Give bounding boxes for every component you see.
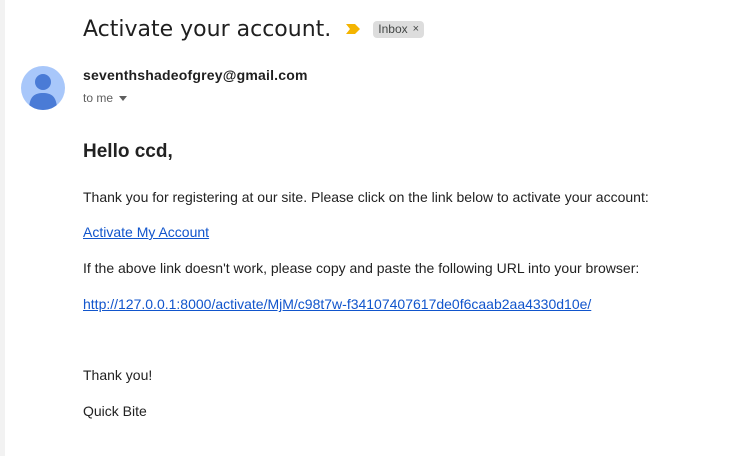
signature-text: Quick Bite xyxy=(83,403,147,419)
person-avatar-icon xyxy=(29,74,57,110)
email-greeting: Hello ccd, xyxy=(83,141,173,162)
fallback-text: If the above link doesn't work, please c… xyxy=(83,260,640,276)
remove-label-button[interactable]: × xyxy=(413,23,419,35)
importance-marker-icon[interactable] xyxy=(345,22,361,36)
intro-text: Thank you for registering at our site. P… xyxy=(83,189,649,205)
activate-account-link[interactable]: Activate My Account xyxy=(83,224,209,240)
subject-row: Activate your account. Inbox × xyxy=(83,12,425,46)
sender-avatar[interactable] xyxy=(21,66,65,110)
recipient-label: to me xyxy=(83,91,114,105)
email-subject: Activate your account. xyxy=(83,16,332,42)
activation-url-link[interactable]: http://127.0.0.1:8000/activate/MjM/c98t7… xyxy=(83,296,591,312)
sender-email[interactable]: seventhshadeofgrey@gmail.com xyxy=(83,67,308,83)
chevron-down-icon[interactable] xyxy=(119,95,128,101)
thanks-text: Thank you! xyxy=(83,367,153,383)
recipient-details-toggle[interactable]: to me xyxy=(83,91,128,105)
inbox-label-chip: Inbox × xyxy=(373,20,425,38)
label-text: Inbox xyxy=(378,21,408,36)
left-panel-edge xyxy=(0,0,5,456)
